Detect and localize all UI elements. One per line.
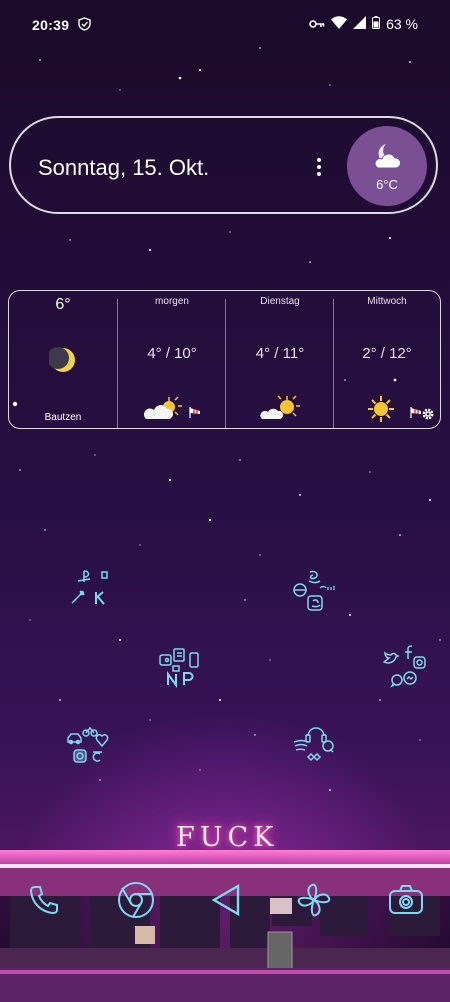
car-icon <box>67 733 82 745</box>
paypal-icon <box>183 672 194 685</box>
book-icon <box>173 648 185 662</box>
n-icon <box>167 670 177 689</box>
app-folder-apps[interactable] <box>62 722 132 782</box>
status-bar: 20:39 63 % <box>0 0 450 50</box>
spotify-icon <box>293 739 309 751</box>
forecast-day-name: morgen <box>155 296 189 307</box>
forecast-today[interactable]: 6° Bautzen <box>9 291 117 428</box>
date-weather-widget[interactable]: Sonntag, 15. Okt. 6°C <box>9 116 438 214</box>
vpn-key-icon <box>309 16 325 32</box>
instagram-icon <box>413 656 426 669</box>
more-options-icon[interactable] <box>312 156 326 180</box>
forecast-day-name: Dienstag <box>260 296 300 307</box>
whatsapp-icon <box>390 674 403 688</box>
wallet-icon <box>159 654 172 666</box>
tidal-icon <box>306 752 322 762</box>
battery-icon <box>372 16 381 32</box>
back-icon[interactable] <box>202 874 250 926</box>
moon-cloud-icon <box>374 144 402 169</box>
sun-icon <box>368 396 394 422</box>
q-icon <box>322 740 334 753</box>
twitter-icon <box>382 651 400 664</box>
phone-device-icon <box>189 652 199 668</box>
date-text[interactable]: Sonntag, 15. Okt. <box>38 155 209 181</box>
app-folder-tools[interactable] <box>158 645 228 705</box>
status-right-icons: 63 % <box>309 16 418 32</box>
messenger-icon <box>403 671 417 685</box>
partly-cloudy-icon <box>260 395 300 419</box>
app-folder-games[interactable] <box>68 568 138 628</box>
chrome-icon[interactable] <box>112 874 160 926</box>
bike-icon <box>82 726 98 737</box>
playstation-icon <box>77 570 91 582</box>
heart-icon <box>95 734 109 748</box>
forecast-day-name: Mittwoch <box>367 296 407 307</box>
e-icon <box>293 583 307 597</box>
battery-percent: 63 % <box>386 16 418 32</box>
forecast-day-2[interactable]: Dienstag 4° / 11° <box>226 291 334 428</box>
k-icon <box>95 591 105 605</box>
today-temperature: 6° <box>55 296 71 313</box>
weather-badge[interactable]: 6°C <box>351 130 423 202</box>
location-label: Bautzen <box>44 412 82 423</box>
forecast-widget[interactable]: 6° Bautzen morgen 4° / 10° Dienstag 4° /… <box>8 290 441 429</box>
app-dock <box>0 874 450 934</box>
app-folder-media[interactable] <box>292 722 362 782</box>
app-folder-social[interactable] <box>382 645 450 705</box>
c-icon <box>92 751 102 762</box>
moon-icon <box>49 347 75 372</box>
camera-app-icon <box>73 749 87 763</box>
forecast-day-1[interactable]: morgen 4° / 10° <box>118 291 226 428</box>
brush-icon <box>71 590 85 604</box>
forecast-day-range: 4° / 10° <box>147 345 197 362</box>
windsock-icon <box>189 407 200 418</box>
app-folder-shopping[interactable] <box>290 568 360 628</box>
partly-cloudy-icon <box>143 396 182 419</box>
forecast-day-range: 2° / 12° <box>362 345 412 362</box>
headphones-icon <box>305 727 327 743</box>
ebay-icon <box>319 585 335 590</box>
gear-icon[interactable] <box>421 407 435 421</box>
amazon-icon <box>308 570 321 584</box>
status-time: 20:39 <box>32 17 70 33</box>
signal-icon <box>353 16 367 32</box>
current-temperature: 6°C <box>376 177 398 192</box>
camera-icon[interactable] <box>382 874 430 926</box>
phone-icon[interactable] <box>20 874 68 926</box>
amazon-a-icon <box>307 595 323 611</box>
facebook-icon <box>405 645 413 659</box>
neon-sign: FUCK <box>176 822 279 853</box>
forecast-day-range: 4° / 11° <box>255 345 305 362</box>
wifi-icon <box>331 16 348 32</box>
shield-icon <box>78 17 91 34</box>
pinwheel-icon[interactable] <box>290 874 338 926</box>
